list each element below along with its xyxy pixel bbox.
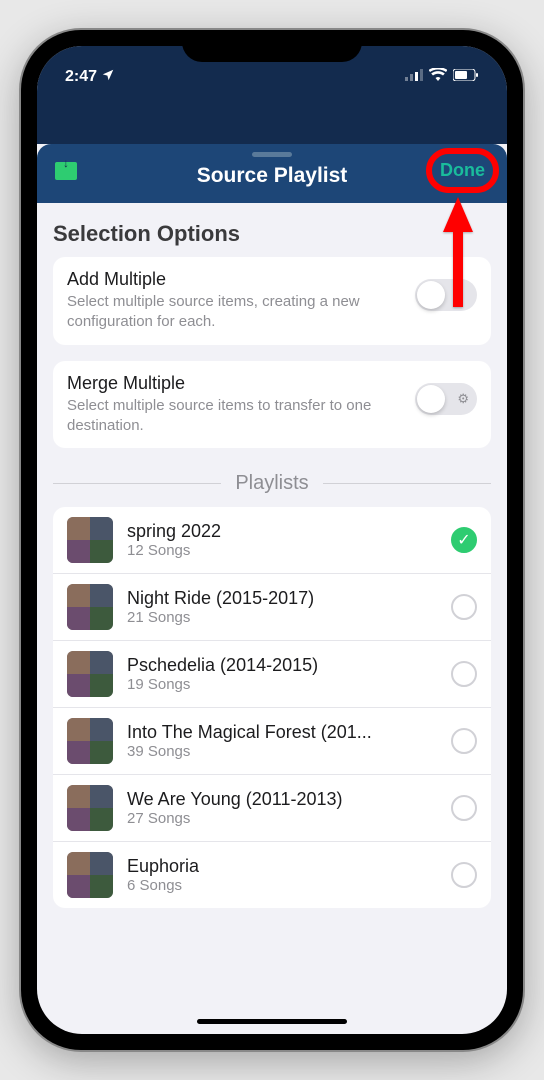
playlist-info: Into The Magical Forest (201... 39 Songs xyxy=(127,722,437,760)
location-icon xyxy=(101,68,115,87)
download-tray-icon[interactable] xyxy=(55,162,77,180)
merge-multiple-option: Merge Multiple Select multiple source it… xyxy=(53,361,491,449)
option-desc: Select multiple source items, creating a… xyxy=(67,292,403,333)
playlist-name: Pschedelia (2014-2015) xyxy=(127,655,437,676)
content-scroll[interactable]: Selection Options Add Multiple Select mu… xyxy=(37,203,507,1031)
merge-multiple-toggle[interactable] xyxy=(415,383,477,415)
battery-icon xyxy=(453,68,479,86)
status-time: 2:47 xyxy=(65,68,97,86)
playlist-name: Euphoria xyxy=(127,856,437,877)
phone-screen: 2:47 Source Playlist xyxy=(37,46,507,1034)
playlist-row[interactable]: Euphoria 6 Songs xyxy=(53,842,491,908)
playlist-name: spring 2022 xyxy=(127,521,437,542)
playlist-info: We Are Young (2011-2013) 27 Songs xyxy=(127,789,437,827)
status-right xyxy=(405,68,479,86)
add-multiple-toggle[interactable] xyxy=(415,279,477,311)
checkmark-icon[interactable]: ✓ xyxy=(451,527,477,553)
playlist-artwork xyxy=(67,785,113,831)
playlists-section-title: Playlists xyxy=(221,472,322,495)
playlist-meta: 12 Songs xyxy=(127,542,437,559)
status-left: 2:47 xyxy=(65,68,115,87)
playlist-info: Euphoria 6 Songs xyxy=(127,856,437,894)
checkbox-empty[interactable] xyxy=(451,862,477,888)
playlist-name: Into The Magical Forest (201... xyxy=(127,722,437,743)
playlist-row[interactable]: Pschedelia (2014-2015) 19 Songs xyxy=(53,641,491,708)
done-button-container: Done xyxy=(436,158,489,183)
playlist-artwork xyxy=(67,852,113,898)
checkbox-empty[interactable] xyxy=(451,795,477,821)
playlists-divider: Playlists xyxy=(53,472,491,495)
phone-frame: 2:47 Source Playlist xyxy=(21,30,523,1050)
notch xyxy=(182,30,362,62)
selection-options-title: Selection Options xyxy=(53,221,491,247)
page-title: Source Playlist xyxy=(197,164,348,188)
playlist-info: spring 2022 12 Songs xyxy=(127,521,437,559)
playlist-artwork xyxy=(67,517,113,563)
done-button[interactable]: Done xyxy=(436,158,489,183)
wifi-icon xyxy=(429,68,447,86)
sheet-grabber[interactable] xyxy=(252,152,292,157)
playlist-meta: 27 Songs xyxy=(127,810,437,827)
playlist-name: Night Ride (2015-2017) xyxy=(127,588,437,609)
playlist-list: spring 2022 12 Songs ✓ Night Ride (2015-… xyxy=(53,507,491,908)
option-title: Merge Multiple xyxy=(67,373,403,394)
playlist-artwork xyxy=(67,718,113,764)
playlist-artwork xyxy=(67,584,113,630)
playlist-row[interactable]: Night Ride (2015-2017) 21 Songs xyxy=(53,574,491,641)
home-indicator[interactable] xyxy=(197,1019,347,1024)
option-text: Merge Multiple Select multiple source it… xyxy=(67,373,403,437)
playlist-artwork xyxy=(67,651,113,697)
playlist-info: Night Ride (2015-2017) 21 Songs xyxy=(127,588,437,626)
checkbox-empty[interactable] xyxy=(451,594,477,620)
playlist-meta: 19 Songs xyxy=(127,676,437,693)
playlist-row[interactable]: We Are Young (2011-2013) 27 Songs xyxy=(53,775,491,842)
playlist-name: We Are Young (2011-2013) xyxy=(127,789,437,810)
add-multiple-option: Add Multiple Select multiple source item… xyxy=(53,257,491,345)
playlist-info: Pschedelia (2014-2015) 19 Songs xyxy=(127,655,437,693)
signal-icon xyxy=(405,68,423,86)
option-desc: Select multiple source items to transfer… xyxy=(67,396,403,437)
checkbox-empty[interactable] xyxy=(451,661,477,687)
playlist-meta: 6 Songs xyxy=(127,877,437,894)
option-title: Add Multiple xyxy=(67,269,403,290)
sheet-header: Source Playlist Done xyxy=(37,144,507,203)
option-text: Add Multiple Select multiple source item… xyxy=(67,269,403,333)
playlist-row[interactable]: Into The Magical Forest (201... 39 Songs xyxy=(53,708,491,775)
playlist-row[interactable]: spring 2022 12 Songs ✓ xyxy=(53,507,491,574)
header-spacer xyxy=(37,98,507,144)
checkbox-empty[interactable] xyxy=(451,728,477,754)
playlist-meta: 21 Songs xyxy=(127,609,437,626)
playlist-meta: 39 Songs xyxy=(127,743,437,760)
